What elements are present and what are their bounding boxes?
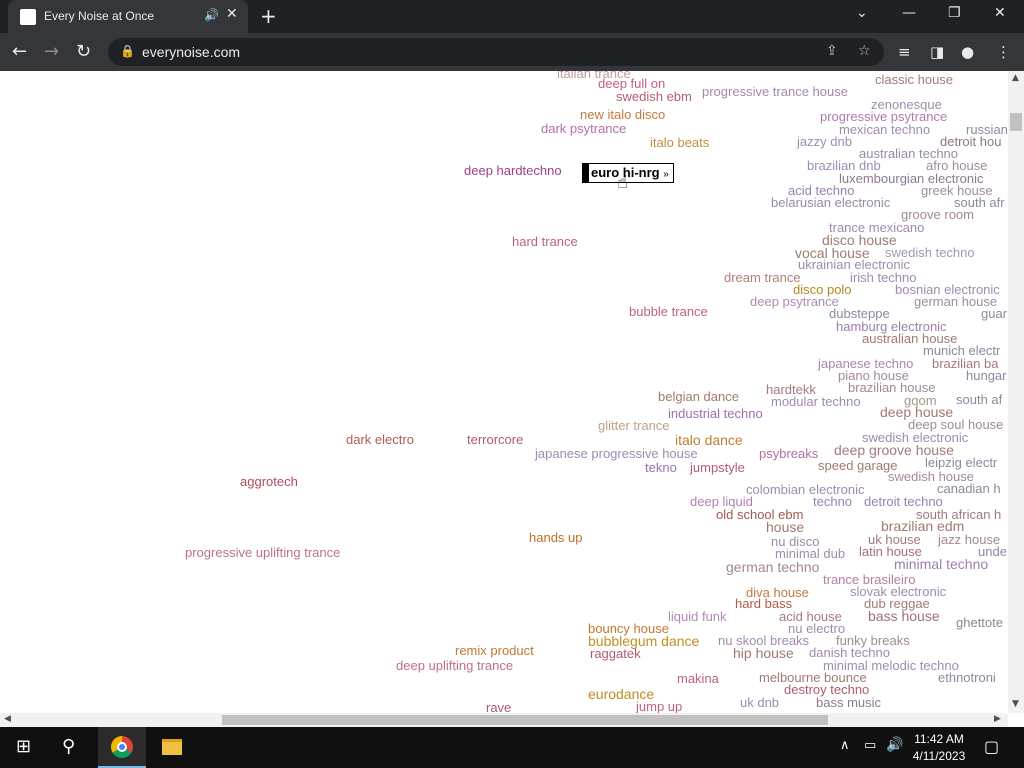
restore-icon[interactable]: ❐ [948, 5, 961, 21]
hand-cursor-icon: ☝ [617, 172, 628, 193]
scroll-left-icon[interactable]: ◀ [4, 714, 11, 724]
genre-label[interactable]: bass music [816, 696, 881, 709]
genre-label[interactable]: new italo disco [580, 108, 665, 121]
genre-label[interactable]: deep uplifting trance [396, 659, 513, 672]
reload-icon[interactable]: ↻ [76, 41, 91, 62]
side-panel-icon[interactable]: ◨ [930, 43, 944, 61]
menu-icon[interactable]: ⋮ [996, 43, 1011, 61]
genre-label[interactable]: japanese progressive house [535, 447, 698, 460]
tab-search-chevron-icon[interactable]: ⌄ [856, 5, 868, 21]
genre-label[interactable]: progressive trance house [702, 85, 848, 98]
share-icon[interactable]: ⇪ [826, 43, 838, 59]
genre-label[interactable]: makina [677, 672, 719, 685]
genre-map: italian trance classic house deep full on s… [0, 71, 1008, 713]
genre-label[interactable]: belgian dance [658, 390, 739, 403]
genre-label[interactable]: belarusian electronic [771, 196, 890, 209]
chevron-up-icon[interactable]: ∧ [840, 738, 850, 753]
genre-label[interactable]: classic house [875, 73, 953, 86]
lock-icon[interactable]: 🔒 [120, 44, 135, 58]
scroll-down-icon[interactable]: ▼ [1012, 699, 1019, 709]
network-icon[interactable]: ▭ [864, 738, 876, 753]
minimize-icon[interactable]: — [902, 5, 916, 21]
genre-label[interactable]: deep psytrance [750, 295, 839, 308]
genre-label[interactable]: minimal techno [894, 557, 988, 571]
genre-label[interactable]: guar [981, 307, 1007, 320]
scroll-right-icon[interactable]: ▶ [994, 714, 1001, 724]
genre-label[interactable]: terrorcore [467, 433, 523, 446]
address-bar[interactable]: 🔒 everynoise.com ⇪ ☆ [108, 38, 884, 66]
close-window-icon[interactable]: ✕ [994, 5, 1006, 21]
vertical-scrollbar[interactable]: ▲ ▼ [1008, 71, 1024, 713]
genre-label[interactable]: modular techno [771, 395, 861, 408]
bookmark-star-icon[interactable]: ☆ [858, 43, 871, 59]
genre-label[interactable]: italo beats [650, 136, 709, 149]
genre-label[interactable]: bubble trance [629, 305, 708, 318]
genre-label[interactable]: south af [956, 393, 1002, 406]
windows-start-icon[interactable]: ⊞ [16, 736, 31, 757]
scroll-up-icon[interactable]: ▲ [1012, 73, 1019, 83]
genre-label[interactable]: italo dance [675, 433, 743, 447]
genre-label[interactable]: speed garage [818, 459, 898, 472]
file-explorer-icon[interactable] [162, 739, 182, 755]
forward-icon[interactable]: → [44, 41, 59, 62]
genre-label[interactable]: liquid funk [668, 610, 727, 623]
genre-label[interactable]: canadian h [937, 482, 1001, 495]
genre-label[interactable]: progressive uplifting trance [185, 546, 340, 559]
genre-label[interactable]: hands up [529, 531, 583, 544]
genre-label[interactable]: hard trance [512, 235, 578, 248]
genre-label[interactable]: aggrotech [240, 475, 298, 488]
genre-label[interactable]: jazzy dnb [797, 135, 852, 148]
search-icon[interactable]: ⚲ [62, 736, 75, 757]
genre-label[interactable]: remix product [455, 644, 534, 657]
genre-label[interactable]: jumpstyle [690, 461, 745, 474]
genre-label[interactable]: deep hardtechno [464, 164, 562, 177]
genre-label[interactable]: ghettote [956, 616, 1003, 629]
genre-label[interactable]: jump up [636, 700, 682, 713]
genre-label[interactable]: rave [486, 701, 511, 713]
back-icon[interactable]: ← [12, 41, 27, 62]
genre-label[interactable]: dark psytrance [541, 122, 626, 135]
genre-label[interactable]: uk dnb [740, 696, 779, 709]
genre-label[interactable]: psybreaks [759, 447, 818, 460]
genre-label[interactable]: bass house [868, 609, 940, 623]
genre-label[interactable]: german techno [726, 560, 819, 574]
clock-time: 11:42 AM [914, 732, 964, 746]
genre-label[interactable]: techno [813, 495, 852, 508]
genre-label[interactable]: hungar [966, 369, 1006, 382]
genre-label[interactable]: brazilian edm [881, 519, 964, 533]
genre-label[interactable]: dream trance [724, 271, 801, 284]
horizontal-scroll-thumb[interactable] [222, 715, 828, 725]
genre-label[interactable]: house [766, 520, 804, 534]
genre-label[interactable]: raggatek [590, 647, 641, 660]
genre-label[interactable]: hip house [733, 646, 794, 660]
tab-strip: Every Noise at Once 🔊 ✕ + ⌄ — ❐ ✕ [0, 0, 1024, 33]
browser-toolbar: ← → ↻ 🔒 everynoise.com ⇪ ☆ ≡ ◨ ● ⋮ [0, 33, 1024, 72]
genre-label[interactable]: mexican techno [839, 123, 930, 136]
genre-label[interactable]: swedish ebm [616, 90, 692, 103]
chrome-icon [111, 736, 133, 758]
close-tab-icon[interactable]: ✕ [226, 6, 238, 22]
url-text[interactable]: everynoise.com [142, 44, 240, 60]
favicon-icon [20, 9, 36, 25]
chrome-taskbar-button[interactable] [98, 727, 146, 768]
clock[interactable]: 11:42 AM 4/11/2023 [912, 731, 966, 765]
taskbar: ⊞ ⚲ ∧ ▭ 🔊 11:42 AM 4/11/2023 ▢ [0, 727, 1024, 768]
genre-label[interactable]: leipzig electr [925, 456, 997, 469]
vertical-scroll-thumb[interactable] [1010, 113, 1022, 131]
tab-every-noise[interactable]: Every Noise at Once 🔊 ✕ [8, 0, 248, 33]
genre-label[interactable]: glitter trance [598, 419, 670, 432]
volume-icon[interactable]: 🔊 [886, 737, 903, 753]
genre-label[interactable]: ethnotroni [938, 671, 996, 684]
horizontal-scrollbar[interactable]: ◀ ▶ [0, 713, 1008, 727]
tab-title: Every Noise at Once [44, 9, 155, 23]
media-control-icon[interactable]: ≡ [898, 43, 911, 61]
speaker-icon[interactable]: 🔊 [204, 8, 219, 22]
profile-icon[interactable]: ● [961, 43, 974, 61]
new-tab-icon[interactable]: + [260, 4, 277, 28]
notification-icon[interactable]: ▢ [984, 737, 999, 756]
clock-date: 4/11/2023 [912, 749, 966, 763]
genre-label[interactable]: tekno [645, 461, 677, 474]
genre-label[interactable]: dark electro [346, 433, 414, 446]
genre-label[interactable]: industrial techno [668, 407, 763, 420]
